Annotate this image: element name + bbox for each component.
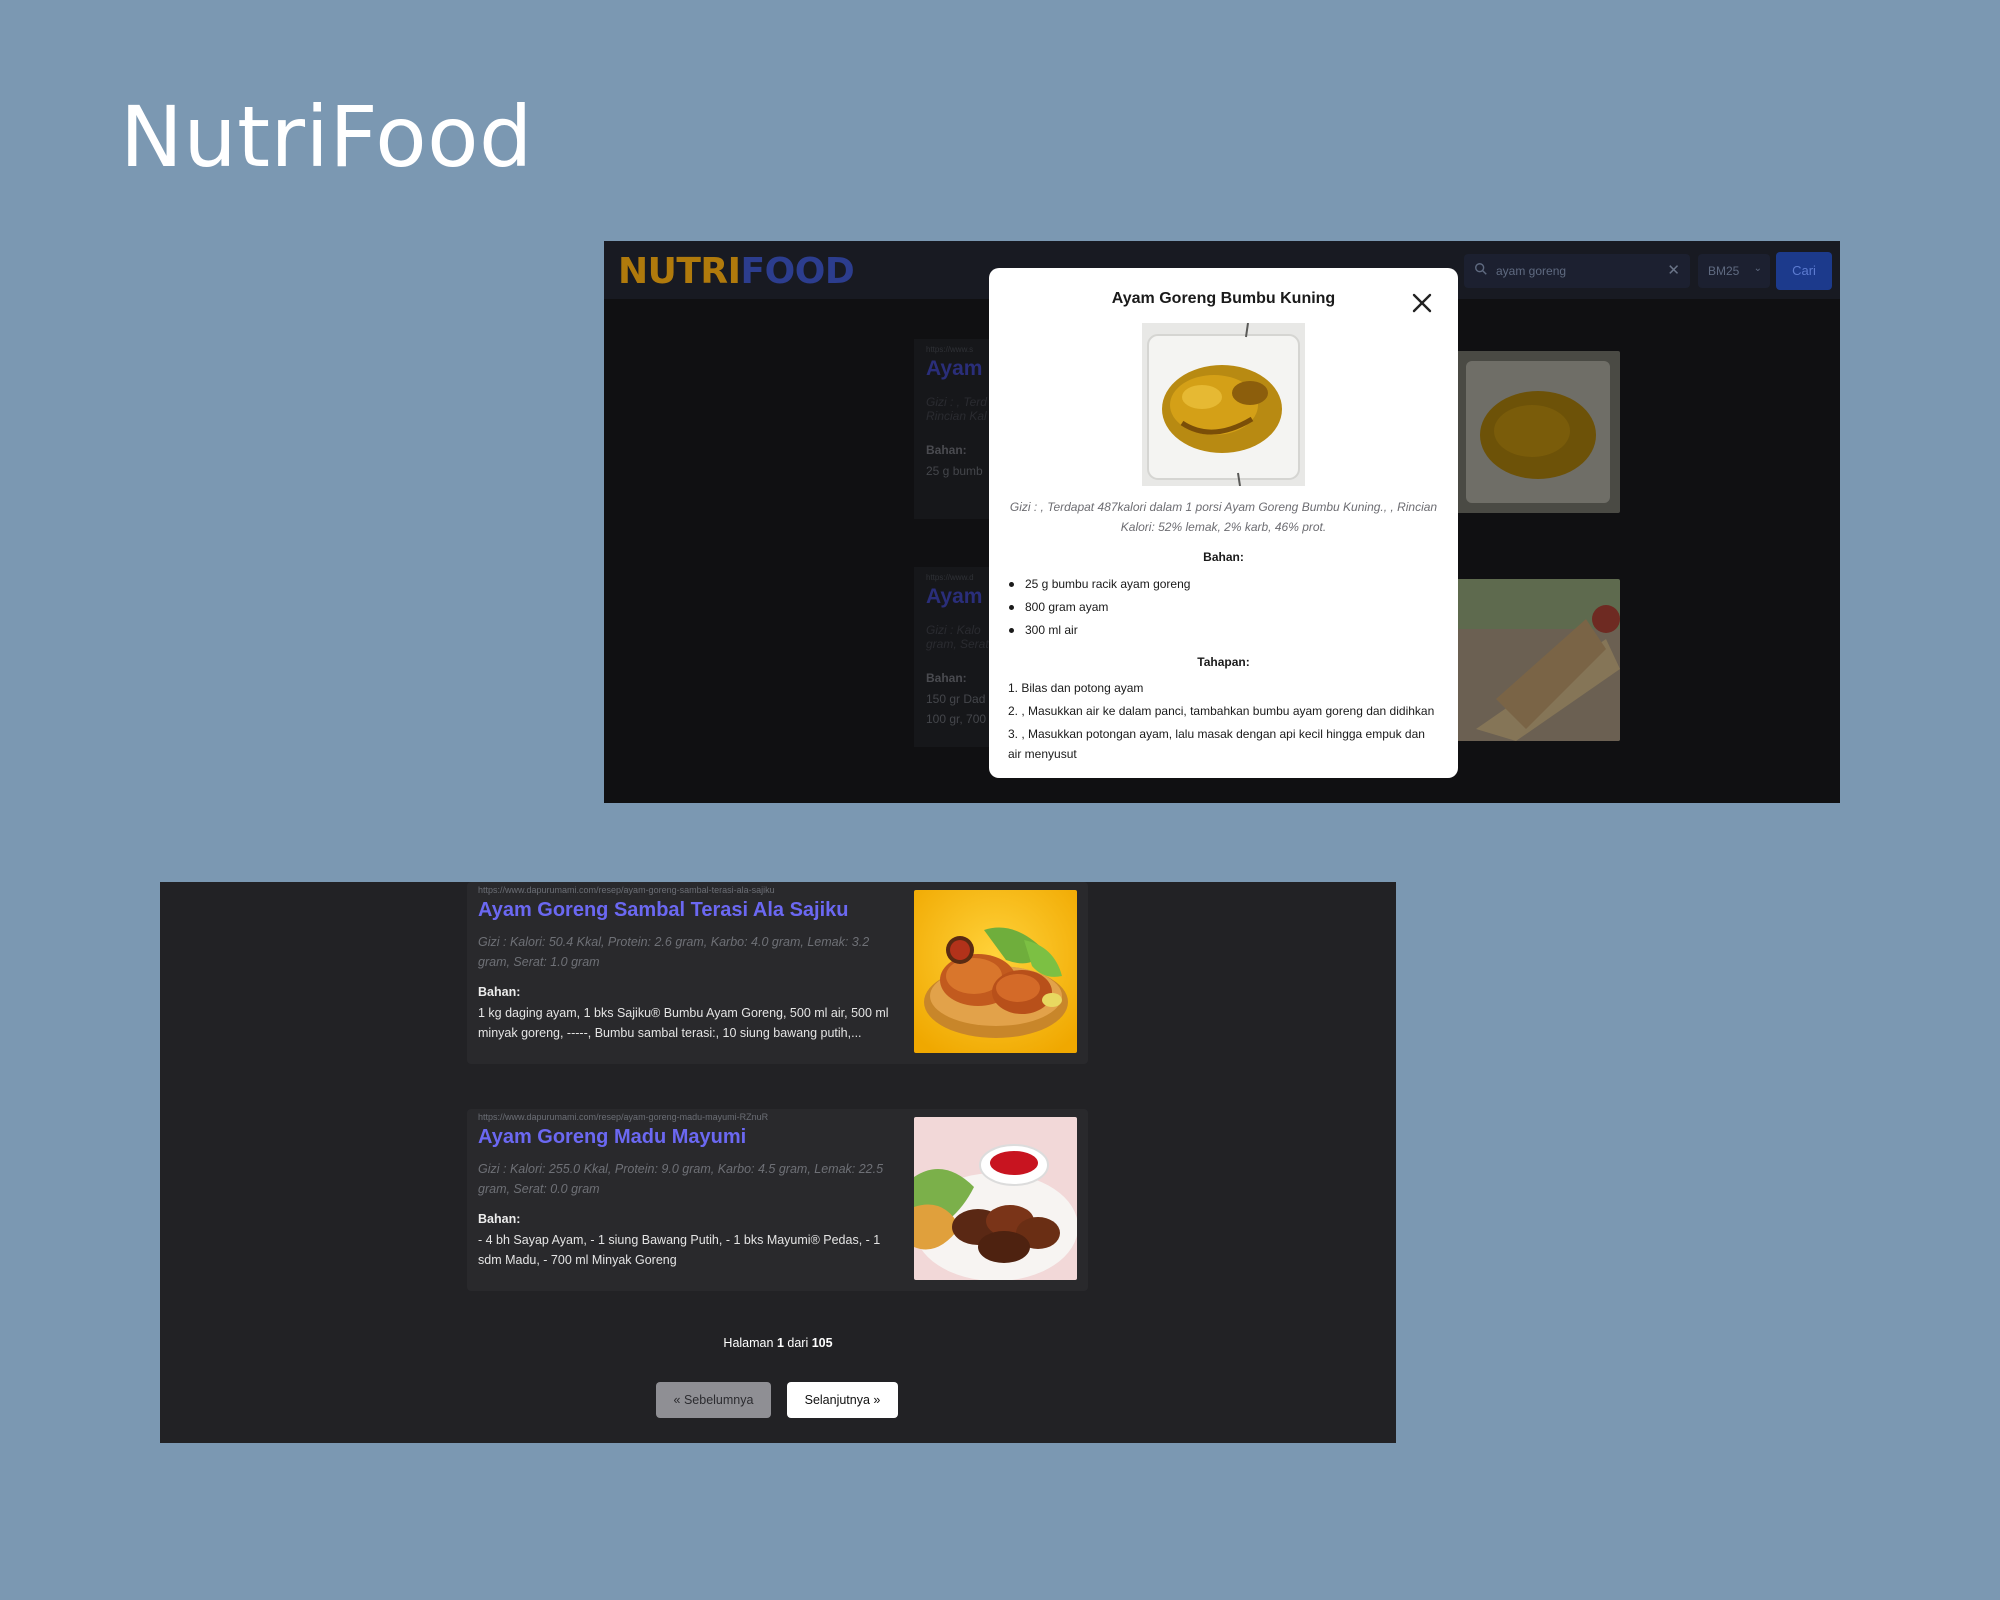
result-thumbnail[interactable]	[914, 890, 1077, 1053]
step-item: 2. , Masukkan air ke dalam panci, tambah…	[1008, 704, 1435, 718]
ingredients-text: 150 gr Dad 100 gr, 700	[926, 692, 987, 726]
result-title[interactable]: Ayam Goreng Sambal Terasi Ala Sajiku	[478, 899, 849, 922]
logo-text-food: FOOD	[740, 251, 855, 292]
pagination-middle: dari	[787, 1336, 809, 1350]
search-box: ✕	[1464, 254, 1690, 288]
step-item: 1. Bilas dan potong ayam	[1008, 681, 1144, 695]
ingredients-label: Bahan:	[926, 671, 967, 685]
recipe-detail-modal: Ayam Goreng Bumbu Kuning Gizi : , Terdap…	[989, 268, 1458, 778]
clear-search-icon[interactable]: ✕	[1667, 261, 1680, 279]
algorithm-select-value: BM25	[1708, 264, 1740, 278]
result-title[interactable]: Ayam Goreng Madu Mayumi	[478, 1126, 746, 1149]
pagination-prefix: Halaman	[723, 1336, 774, 1350]
ingredients-text: - 4 bh Sayap Ayam, - 1 siung Bawang Puti…	[478, 1233, 881, 1267]
ingredients-text: 25 g bumb	[926, 464, 983, 478]
page-title: NutriFood	[120, 88, 533, 186]
modal-title: Ayam Goreng Bumbu Kuning	[1111, 290, 1336, 307]
logo-text-nutri: NUTRI	[618, 251, 741, 292]
result-thumbnail[interactable]	[914, 1117, 1077, 1280]
ingredients-label: Bahan:	[926, 443, 967, 457]
pagination-info: Halaman 1 dari 105	[160, 1336, 1396, 1350]
result-gizi: Gizi : , Terd Rincian Kal	[926, 395, 987, 423]
result-url: https://www.d	[926, 573, 974, 582]
result-gizi: Gizi : Kalori: 50.4 Kkal, Protein: 2.6 g…	[478, 935, 870, 969]
prev-page-button[interactable]: « Sebelumnya	[656, 1382, 771, 1418]
ingredients-text: 1 kg daging ayam, 1 bks Sajiku® Bumbu Ay…	[478, 1006, 889, 1040]
modal-screenshot: NUTRIFOOD ✕ BM25 ⌄ Cari https://www.s Ay…	[604, 241, 1840, 803]
pagination-total: 105	[811, 1336, 833, 1350]
chevron-down-icon: ⌄	[1753, 263, 1762, 274]
result-url: https://www.s	[926, 345, 974, 354]
app-logo[interactable]: NUTRIFOOD	[618, 251, 855, 292]
ingredient-item: 800 gram ayam	[1007, 596, 1190, 619]
steps-heading: Tahapan:	[1197, 655, 1250, 669]
step-item: 3. , Masukkan potongan ayam, lalu masak …	[1008, 727, 1425, 761]
ingredients-heading: Bahan:	[1203, 550, 1244, 564]
result-thumbnail	[1456, 579, 1620, 741]
result-thumbnail	[1456, 351, 1620, 513]
ingredients-list: 25 g bumbu racik ayam goreng 800 gram ay…	[1007, 573, 1190, 642]
algorithm-select[interactable]: BM25 ⌄	[1698, 254, 1770, 288]
pagination-current: 1	[776, 1336, 784, 1350]
next-page-button[interactable]: Selanjutnya »	[787, 1382, 898, 1418]
result-gizi: Gizi : Kalori: 255.0 Kkal, Protein: 9.0 …	[478, 1162, 884, 1196]
search-input[interactable]	[1496, 260, 1666, 282]
recipe-image	[1142, 323, 1305, 486]
ingredient-item: 300 ml air	[1007, 619, 1190, 642]
result-url[interactable]: https://www.dapurumami.com/resep/ayam-go…	[478, 885, 775, 895]
results-screenshot: https://www.dapurumami.com/resep/ayam-go…	[160, 882, 1396, 1443]
search-button[interactable]: Cari	[1776, 252, 1832, 290]
search-icon	[1475, 263, 1487, 275]
ingredients-label: Bahan:	[478, 985, 521, 999]
result-url[interactable]: https://www.dapurumami.com/resep/ayam-go…	[478, 1112, 768, 1122]
result-card[interactable]: https://www.dapurumami.com/resep/ayam-go…	[467, 1109, 1088, 1291]
steps-list: 1. Bilas dan potong ayam 2. , Masukkan a…	[1008, 678, 1440, 767]
ingredient-item: 25 g bumbu racik ayam goreng	[1007, 573, 1190, 596]
result-gizi: Gizi : Kalo gram, Serat	[926, 623, 989, 651]
close-icon[interactable]	[1409, 290, 1435, 316]
result-card[interactable]: https://www.dapurumami.com/resep/ayam-go…	[467, 882, 1088, 1064]
ingredients-label: Bahan:	[478, 1212, 521, 1226]
modal-gizi-text: Gizi : , Terdapat 487kalori dalam 1 pors…	[1009, 500, 1438, 534]
